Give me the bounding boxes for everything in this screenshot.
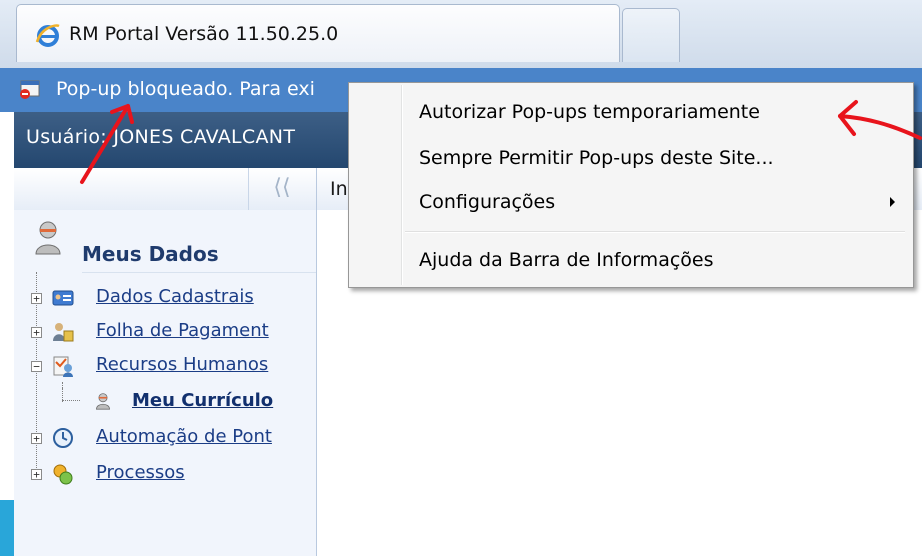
- tree-connector: [62, 400, 80, 401]
- browser-tab-bar: RM Portal Versão 11.50.25.0: [0, 0, 922, 68]
- user-icon: [35, 221, 61, 255]
- expand-icon[interactable]: +: [31, 293, 42, 304]
- tree-item-processos[interactable]: + Processos: [14, 460, 314, 488]
- tree-link-recursos-humanos[interactable]: Recursos Humanos: [96, 354, 268, 375]
- section-title-meus-dados: Meus Dados: [82, 242, 219, 266]
- tree-link-meu-curriculo[interactable]: Meu Currículo: [132, 390, 273, 411]
- menu-item-settings[interactable]: Configurações: [351, 183, 911, 221]
- new-tab-button[interactable]: [622, 8, 680, 62]
- tree-link-processos[interactable]: Processos: [96, 462, 185, 483]
- popup-context-menu: Autorizar Pop-ups temporariamente Sempre…: [348, 82, 914, 288]
- section-divider: [82, 272, 316, 273]
- tree-item-automacao-de-ponto[interactable]: + Automação de Pont: [14, 424, 314, 452]
- expand-icon[interactable]: +: [31, 433, 42, 444]
- menu-item-label: Ajuda da Barra de Informações: [419, 249, 714, 271]
- submenu-arrow-icon: [890, 197, 895, 207]
- tree-link-dados-cadastrais[interactable]: Dados Cadastrais: [96, 286, 254, 307]
- tree-link-folha-de-pagamento[interactable]: Folha de Pagament: [96, 320, 269, 341]
- menu-item-label: Sempre Permitir Pop-ups deste Site...: [419, 147, 774, 169]
- user-name-label: Usuário: JONES CAVALCANT: [26, 126, 296, 148]
- sidebar-panel: ⟨⟨ Meus Dados + Dados Cadastrais + Folha…: [14, 168, 317, 556]
- tree-line: [62, 388, 63, 400]
- popup-blocked-icon: [20, 80, 40, 99]
- tree-item-folha-de-pagamento[interactable]: + Folha de Pagament: [14, 318, 314, 346]
- content-toolbar-text: In: [330, 178, 348, 200]
- process-icon: [53, 464, 73, 485]
- tab-title: RM Portal Versão 11.50.25.0: [69, 23, 339, 45]
- collapse-sidebar-button[interactable]: ⟨⟨: [248, 168, 315, 210]
- menu-separator: [405, 231, 905, 233]
- tree-item-recursos-humanos[interactable]: − Recursos Humanos: [14, 352, 314, 380]
- tree-link-automacao-de-ponto[interactable]: Automação de Pont: [96, 426, 272, 447]
- decorative-stripe: [0, 500, 14, 556]
- menu-item-allow-temporarily[interactable]: Autorizar Pop-ups temporariamente: [351, 93, 911, 131]
- menu-item-label: Autorizar Pop-ups temporariamente: [419, 101, 760, 123]
- id-card-icon: [52, 290, 74, 306]
- browser-tab[interactable]: RM Portal Versão 11.50.25.0: [16, 4, 620, 62]
- collapse-icon[interactable]: −: [31, 361, 42, 372]
- human-resources-icon: [53, 356, 73, 377]
- tree-item-meu-curriculo[interactable]: Meu Currículo: [14, 388, 314, 416]
- user-icon: [96, 393, 110, 410]
- menu-item-always-allow[interactable]: Sempre Permitir Pop-ups deste Site...: [351, 139, 911, 177]
- expand-icon[interactable]: +: [31, 327, 42, 338]
- tree-item-dados-cadastrais[interactable]: + Dados Cadastrais: [14, 284, 314, 312]
- clock-icon: [53, 428, 73, 448]
- menu-item-label: Configurações: [419, 191, 556, 213]
- ie-icon: [35, 24, 60, 47]
- menu-item-help[interactable]: Ajuda da Barra de Informações: [351, 241, 911, 279]
- information-bar-text: Pop-up bloqueado. Para exi: [56, 78, 315, 100]
- expand-icon[interactable]: +: [31, 469, 42, 480]
- sidebar-toolbar: ⟨⟨: [14, 168, 316, 210]
- payroll-icon: [53, 323, 74, 342]
